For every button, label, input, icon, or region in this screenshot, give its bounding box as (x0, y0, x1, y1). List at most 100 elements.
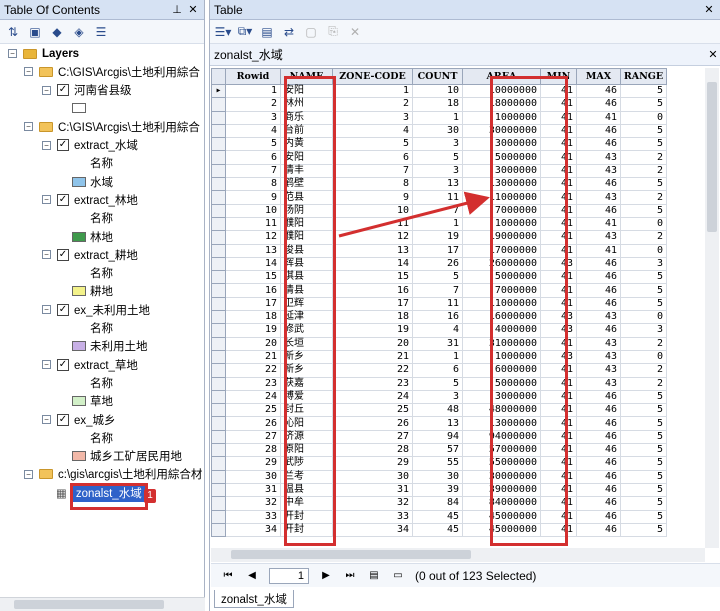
tree-item-layer[interactable]: − ✓ extract_草地 (42, 356, 138, 373)
visibility-checkbox[interactable]: ✓ (57, 84, 69, 97)
next-record-icon[interactable]: ▶ (319, 570, 333, 581)
list-by-visibility-icon[interactable]: ◆ (48, 23, 66, 41)
clear-selection-icon[interactable]: ▢ (302, 23, 320, 41)
copy-selected-icon[interactable]: ⎘ (324, 23, 342, 41)
tree-item-field[interactable]: 名称 (90, 265, 113, 282)
tree-item-swatch[interactable] (72, 100, 90, 117)
folder-icon (39, 469, 53, 480)
collapse-icon[interactable]: − (8, 49, 17, 58)
tree-item-layer[interactable]: − ✓ 河南省县级 (42, 82, 132, 99)
collapse-icon[interactable]: − (24, 122, 33, 132)
symbol-swatch[interactable] (72, 341, 86, 352)
toc-toolbar: ⇅ ▣ ◆ ◈ ☰ (0, 20, 204, 44)
tree-item-layer[interactable]: − ✓ extract_水域 (42, 137, 138, 154)
record-number-input[interactable]: 1 (269, 567, 309, 584)
collapse-icon[interactable]: − (42, 195, 51, 205)
tree-item-field[interactable]: 名称 (90, 320, 113, 337)
collapse-icon[interactable]: − (42, 85, 51, 95)
table-window: Table ✕ ☰▾ ⧉▾ ▤ ⇄ ▢ ⎘ ✕ zonalst_水域 ✕ Row… (209, 0, 720, 611)
select-by-attributes-icon[interactable]: ▤ (258, 23, 276, 41)
collapse-icon[interactable]: − (42, 250, 51, 260)
tree-item-field[interactable]: 名称 (90, 210, 113, 227)
tree-item-swatch[interactable]: 水域 (72, 173, 113, 190)
last-record-icon[interactable]: ⏭ (343, 570, 357, 581)
prev-record-icon[interactable]: ◀ (245, 570, 259, 581)
visibility-checkbox[interactable]: ✓ (57, 303, 69, 316)
symbol-swatch[interactable] (72, 231, 86, 242)
list-by-drawing-order-icon[interactable]: ⇅ (4, 23, 22, 41)
visibility-checkbox[interactable]: ✓ (57, 248, 69, 261)
tree-item-label: extract_草地 (74, 359, 138, 372)
tree-item-swatch[interactable]: 未利用土地 (72, 338, 148, 355)
close-icon[interactable]: ✕ (186, 3, 200, 16)
tree-item-label: 名称 (90, 323, 113, 335)
tree-item-layer[interactable]: − ✓ extract_林地 (42, 191, 138, 208)
close-icon[interactable]: ✕ (702, 3, 716, 16)
symbol-swatch[interactable] (72, 396, 86, 407)
visibility-checkbox[interactable]: ✓ (57, 413, 69, 426)
tree-item-swatch[interactable]: 草地 (72, 393, 113, 410)
tree-item-label: c:\gis\arcgis\土地利用綜合材 (58, 469, 203, 482)
table-options-icon[interactable]: ☰▾ (214, 23, 232, 41)
table-doc-tab[interactable]: zonalst_水域 ✕ (210, 44, 720, 66)
tree-item-swatch[interactable]: 耕地 (72, 283, 113, 300)
delete-selected-icon[interactable]: ✕ (346, 23, 364, 41)
symbol-swatch[interactable] (72, 286, 86, 297)
tree-item-layer[interactable]: − ✓ ex_城乡 (42, 411, 116, 428)
vertical-scrollbar[interactable] (705, 68, 719, 548)
tree-item-layers[interactable]: − Layers (8, 45, 79, 62)
collapse-icon[interactable]: − (24, 67, 33, 77)
tree-item-layer[interactable]: − ✓ ex_未利用土地 (42, 301, 150, 318)
selection-count: (0 out of 123 Selected) (415, 568, 537, 583)
symbol-swatch[interactable] (72, 176, 86, 187)
horizontal-scrollbar[interactable] (211, 548, 705, 562)
show-selected-records-icon[interactable]: ▭ (391, 570, 405, 581)
toc-horizontal-scrollbar[interactable] (0, 597, 205, 611)
layers-icon (23, 48, 37, 59)
switch-selection-icon[interactable]: ⇄ (280, 23, 298, 41)
tree-item-field[interactable]: 名称 (90, 429, 113, 446)
show-all-records-icon[interactable]: ▤ (367, 570, 381, 581)
tree-item-swatch[interactable]: 城乡工矿居民用地 (72, 448, 182, 465)
attribute-grid[interactable]: Rowid NAME ZONE-CODE COUNT AREA MIN MAX RANGE ▸ 1… (211, 68, 705, 548)
collapse-icon[interactable]: − (42, 140, 51, 150)
tree-item-label: zonalst_水域 (72, 483, 145, 502)
symbol-swatch[interactable] (72, 451, 86, 462)
tree-item-group[interactable]: − C:\GIS\Arcgis\土地利用綜合 (24, 118, 200, 135)
collapse-icon[interactable]: − (42, 415, 51, 424)
table-title-bar: Table ✕ (210, 0, 720, 20)
collapse-icon[interactable]: − (42, 305, 51, 315)
tree-item-label: C:\GIS\Arcgis\土地利用綜合 (58, 121, 200, 134)
tree-item-field[interactable]: 名称 (90, 155, 113, 172)
visibility-checkbox[interactable]: ✓ (57, 193, 69, 206)
tree-item-group[interactable]: − c:\gis\arcgis\土地利用綜合材 (24, 466, 202, 483)
tree-item-group[interactable]: − C:\GIS\Arcgis\土地利用綜合 (24, 63, 200, 80)
tree-item-label: ex_城乡 (74, 414, 116, 427)
options-icon[interactable]: ☰ (92, 23, 110, 41)
tree-item-swatch[interactable]: 林地 (72, 228, 113, 245)
related-tables-icon[interactable]: ⧉▾ (236, 23, 254, 41)
tree-item-label: 名称 (90, 377, 113, 390)
tree-item-label: 未利用土地 (90, 341, 148, 354)
toc-title-bar: Table Of Contents ⊥ ✕ (0, 0, 204, 20)
pin-icon[interactable]: ⊥ (170, 3, 184, 16)
bottom-table-tab[interactable]: zonalst_水域 (214, 590, 294, 608)
collapse-icon[interactable]: − (24, 469, 33, 479)
list-by-source-icon[interactable]: ▣ (26, 23, 44, 41)
symbol-swatch[interactable] (72, 103, 86, 114)
annotation-arrow (338, 191, 490, 238)
list-by-selection-icon[interactable]: ◈ (70, 23, 88, 41)
visibility-checkbox[interactable]: ✓ (57, 358, 69, 371)
first-record-icon[interactable]: ⏮ (221, 570, 235, 581)
tree-item-label: 城乡工矿居民用地 (90, 451, 182, 464)
close-icon[interactable]: ✕ (706, 48, 720, 61)
tree-item-layer[interactable]: − ✓ extract_耕地 (42, 246, 138, 263)
visibility-checkbox[interactable]: ✓ (57, 139, 69, 151)
tree-item-label: extract_林地 (74, 194, 138, 207)
tree-item-label: Layers (42, 47, 80, 60)
tree-item-field[interactable]: 名称 (90, 374, 113, 391)
tree-item-label: extract_水域 (74, 140, 138, 152)
tree-item-label: 名称 (90, 432, 113, 445)
tree-item-table[interactable]: ▦ zonalst_水域 (56, 483, 145, 502)
collapse-icon[interactable]: − (42, 360, 51, 370)
